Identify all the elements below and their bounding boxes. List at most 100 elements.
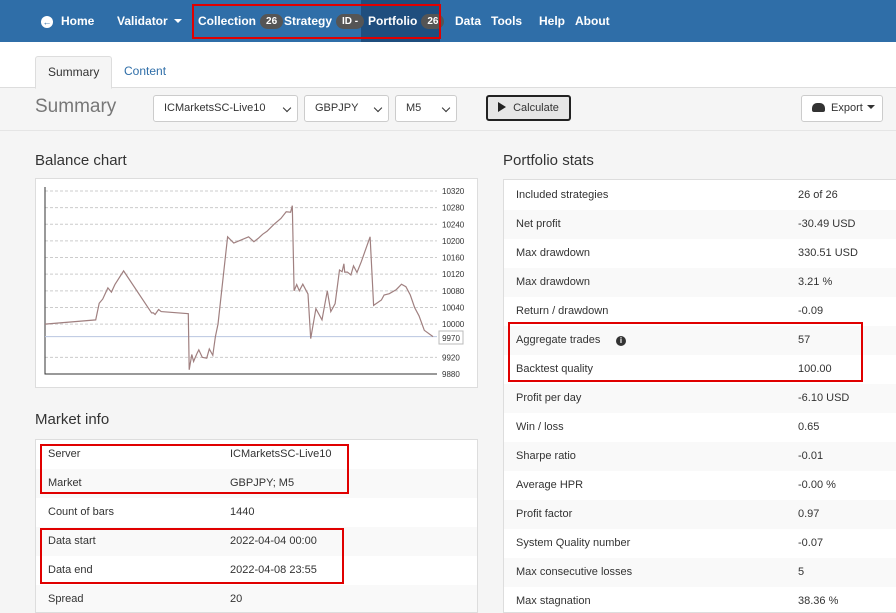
page-title: Summary xyxy=(35,96,117,117)
table-row: Data end 2022-04-08 23:55 xyxy=(36,556,477,585)
row-value: -0.07 xyxy=(798,537,824,549)
row-key: Profit factor xyxy=(516,508,573,520)
balance-chart-svg: 9880 9920 10000 10040 10080 10120 10160 10200 10… xyxy=(44,187,465,379)
row-key: Max drawdown xyxy=(516,247,590,259)
row-key: Data end xyxy=(48,564,93,576)
tab-content[interactable]: Content xyxy=(112,56,178,89)
nav-collection-label: Collection xyxy=(198,14,257,28)
row-value: 0.97 xyxy=(798,508,820,520)
balance-line xyxy=(44,205,434,370)
table-row: Win / loss 0.65 xyxy=(504,413,896,442)
row-key: Max consecutive losses xyxy=(516,566,633,578)
row-value: 5 xyxy=(798,566,805,578)
row-key: Profit per day xyxy=(516,392,582,404)
row-key: System Quality number xyxy=(516,537,631,549)
nav-data-label: Data xyxy=(455,14,482,28)
strategy-id-badge: ID - xyxy=(336,14,365,29)
toolbar-divider xyxy=(0,130,896,131)
row-value: 3.21 % xyxy=(798,276,833,288)
row-key: Included strategies xyxy=(516,189,609,201)
row-key: Max drawdown xyxy=(516,276,590,288)
market-info-heading: Market info xyxy=(35,411,110,428)
y-tick-label: 10240 xyxy=(442,220,465,229)
row-key: Win / loss xyxy=(516,421,564,433)
nav-data[interactable]: Data xyxy=(455,0,481,42)
table-row: System Quality number -0.07 xyxy=(504,529,896,558)
market-info-table: Server ICMarketsSC-Live10 Market GBPJPY; M5… xyxy=(35,439,478,613)
table-row: Aggregate trades i 57 xyxy=(504,326,896,355)
y-tick-label: 10120 xyxy=(442,270,465,279)
info-icon[interactable]: i xyxy=(616,336,626,346)
table-row: Included strategies 26 of 26 xyxy=(504,181,896,210)
nav-about-label: About xyxy=(575,14,610,28)
y-tick-label: 10280 xyxy=(442,204,465,213)
row-value: 26 of 26 xyxy=(798,189,838,201)
nav-tools[interactable]: Tools xyxy=(491,0,522,42)
nav-help-label: Help xyxy=(539,14,566,28)
table-row: Backtest quality 100.00 xyxy=(504,355,896,384)
y-tick-label: 10320 xyxy=(442,187,465,196)
calculate-button-label: Calculate xyxy=(513,102,559,114)
symbol-select-value: GBPJPY xyxy=(315,102,359,114)
period-select[interactable]: M5 xyxy=(395,95,457,122)
row-value: ICMarketsSC-Live10 xyxy=(230,448,332,460)
y-tick-label: 9880 xyxy=(442,370,460,379)
nav-home-label: Home xyxy=(61,14,95,28)
chevron-down-icon xyxy=(441,103,451,113)
nav-tools-label: Tools xyxy=(491,14,523,28)
y-tick-label: 10040 xyxy=(442,303,465,312)
table-row: Max drawdown 330.51 USD xyxy=(504,239,896,268)
server-select[interactable]: ICMarketsSC-Live10 xyxy=(153,95,298,122)
nav-home[interactable]: ← Home xyxy=(41,0,94,42)
table-row: Profit per day -6.10 USD xyxy=(504,384,896,413)
symbol-select[interactable]: GBPJPY xyxy=(304,95,389,122)
row-value: 57 xyxy=(798,334,811,346)
row-key: Aggregate trades xyxy=(516,334,601,346)
portfolio-count-badge: 26 xyxy=(421,14,445,29)
validator-dropdown-toggle[interactable] xyxy=(174,0,182,42)
y-tick-label: 10080 xyxy=(442,287,465,296)
play-icon xyxy=(498,102,507,112)
y-tick-label: 9920 xyxy=(442,353,460,362)
row-key: Data start xyxy=(48,535,96,547)
table-row: Server ICMarketsSC-Live10 xyxy=(36,440,477,469)
table-row: Max drawdown 3.21 % xyxy=(504,268,896,297)
row-value: -0.01 xyxy=(798,450,824,462)
row-value: GBPJPY; M5 xyxy=(230,477,295,489)
calculate-button[interactable]: Calculate xyxy=(486,95,571,121)
nav-validator[interactable]: Validator xyxy=(117,0,168,42)
row-key: Max stagnation xyxy=(516,595,591,607)
tab-summary[interactable]: Summary xyxy=(35,56,113,89)
nav-collection[interactable]: Collection 26 xyxy=(198,0,284,42)
table-row: Data start 2022-04-04 00:00 xyxy=(36,527,477,556)
export-button[interactable]: Export xyxy=(801,95,883,122)
portfolio-stats-heading: Portfolio stats xyxy=(503,152,594,169)
row-value: 2022-04-04 00:00 xyxy=(230,535,317,547)
chevron-down-icon xyxy=(866,105,875,109)
nav-strategy-label: Strategy xyxy=(284,14,333,28)
row-key: Market xyxy=(48,477,82,489)
cloud-download-icon xyxy=(812,103,825,112)
chart-axes xyxy=(44,187,437,375)
table-row: Spread 20 xyxy=(36,585,477,612)
nav-strategy[interactable]: Strategy ID - xyxy=(284,0,365,42)
nav-portfolio-label: Portfolio xyxy=(368,14,418,28)
tab-bar: Summary Content xyxy=(0,42,896,89)
row-value: 38.36 % xyxy=(798,595,839,607)
nav-about[interactable]: About xyxy=(575,0,610,42)
nav-portfolio[interactable]: Portfolio 26 xyxy=(368,0,445,42)
row-value: 20 xyxy=(230,593,243,605)
y-tick-label: 10200 xyxy=(442,237,465,246)
home-icon: ← xyxy=(41,16,53,28)
row-value: -6.10 USD xyxy=(798,392,850,404)
row-value: -0.00 % xyxy=(798,479,836,491)
top-navbar: ← Home Validator Collection 26 Strategy ID … xyxy=(0,0,896,42)
table-row: Count of bars 1440 xyxy=(36,498,477,527)
row-value: 1440 xyxy=(230,506,255,518)
row-key: Spread xyxy=(48,593,84,605)
y-tick-label: 10000 xyxy=(442,320,465,329)
nav-help[interactable]: Help xyxy=(539,0,565,42)
row-value: 2022-04-08 23:55 xyxy=(230,564,317,576)
table-row: Max consecutive losses 5 xyxy=(504,558,896,587)
server-select-value: ICMarketsSC-Live10 xyxy=(164,102,266,114)
